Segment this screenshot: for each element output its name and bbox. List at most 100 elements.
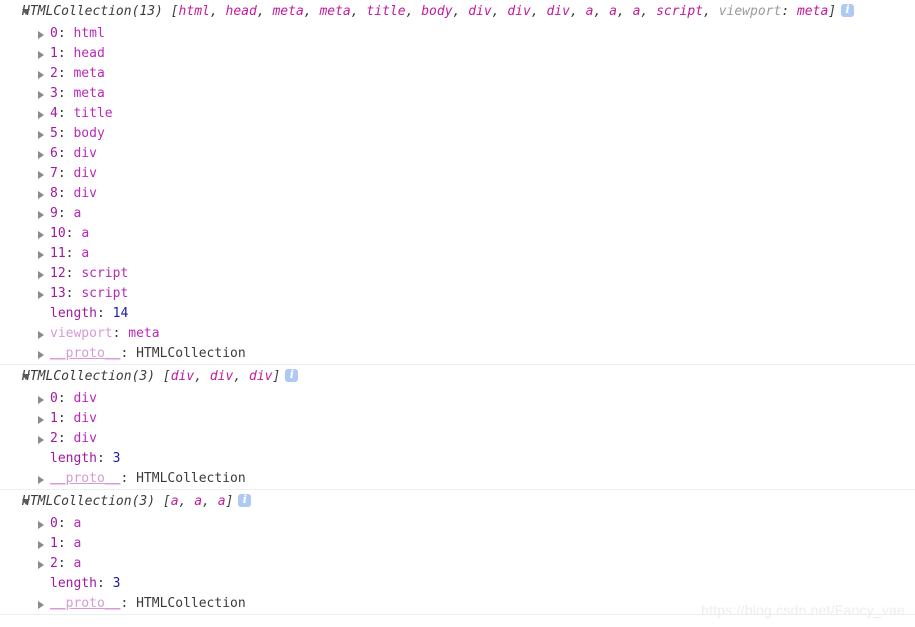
preview-separator: , — [640, 4, 657, 19]
property-row[interactable]: 1: a — [0, 534, 915, 554]
property-row[interactable]: __proto__: HTMLCollection — [0, 344, 915, 364]
property-row[interactable]: 4: title — [0, 104, 915, 124]
chevron-right-icon[interactable] — [38, 171, 44, 179]
chevron-down-icon[interactable] — [22, 9, 30, 15]
chevron-right-icon[interactable] — [38, 71, 44, 79]
property-row[interactable]: 0: html — [0, 24, 915, 44]
property-row[interactable]: 1: head — [0, 44, 915, 64]
chevron-right-icon[interactable] — [38, 91, 44, 99]
property-tag-value: title — [73, 106, 113, 121]
property-row[interactable]: 3: meta — [0, 84, 915, 104]
chevron-right-icon[interactable] — [38, 521, 44, 529]
property-row[interactable]: viewport: meta — [0, 324, 915, 344]
preview-tag: a — [170, 494, 179, 509]
property-row[interactable]: 6: div — [0, 144, 915, 164]
property-row[interactable]: 12: script — [0, 264, 915, 284]
property-row[interactable]: 10: a — [0, 224, 915, 244]
property-row[interactable]: 2: a — [0, 554, 915, 574]
property-length-value: 3 — [112, 451, 121, 466]
property-length-key: length — [50, 576, 97, 591]
property-row[interactable]: 7: div — [0, 164, 915, 184]
property-row[interactable]: 9: a — [0, 204, 915, 224]
chevron-right-icon[interactable] — [38, 476, 44, 484]
chevron-right-icon[interactable] — [38, 191, 44, 199]
chevron-right-icon[interactable] — [38, 291, 44, 299]
property-colon: : — [57, 391, 74, 406]
preview-separator: , — [256, 4, 273, 19]
collection-header-row[interactable]: HTMLCollection(13) [html, head, meta, me… — [0, 0, 915, 24]
chevron-right-icon[interactable] — [38, 251, 44, 259]
chevron-right-icon[interactable] — [38, 231, 44, 239]
property-row: length: 3 — [0, 574, 915, 594]
property-tag-value: a — [73, 516, 82, 531]
property-row[interactable]: 8: div — [0, 184, 915, 204]
chevron-right-icon[interactable] — [38, 31, 44, 39]
chevron-right-icon[interactable] — [38, 351, 44, 359]
property-tag-value: a — [81, 226, 90, 241]
property-colon: : — [57, 126, 74, 141]
preview-separator: , — [202, 494, 218, 509]
console-group: HTMLCollection(3) [div, div, div]0: div1… — [0, 365, 915, 490]
property-row: length: 3 — [0, 449, 915, 469]
property-tag-value: html — [73, 26, 105, 41]
property-row[interactable]: 5: body — [0, 124, 915, 144]
chevron-right-icon[interactable] — [38, 436, 44, 444]
preview-tag: div — [468, 4, 492, 19]
property-row[interactable]: 2: div — [0, 429, 915, 449]
property-row[interactable]: __proto__: HTMLCollection — [0, 469, 915, 489]
property-row[interactable]: 2: meta — [0, 64, 915, 84]
preview-separator: , — [593, 4, 610, 19]
preview-tag: a — [217, 494, 226, 509]
chevron-right-icon[interactable] — [38, 151, 44, 159]
property-colon: : — [57, 66, 74, 81]
collection-class-name: HTMLCollection(13) — [22, 4, 163, 19]
property-length-value: 3 — [112, 576, 121, 591]
preview-named-key: viewport — [718, 4, 782, 19]
preview-tag: div — [209, 369, 234, 384]
property-tag-value: div — [73, 186, 97, 201]
chevron-right-icon[interactable] — [38, 541, 44, 549]
property-tag-value: div — [73, 411, 97, 426]
info-icon[interactable] — [285, 368, 299, 382]
property-tag-value: script — [81, 286, 129, 301]
info-icon[interactable] — [841, 3, 855, 17]
property-tag-value: script — [81, 266, 129, 281]
preview-open-bracket: [ — [162, 4, 179, 19]
property-tag-value: meta — [73, 66, 105, 81]
chevron-right-icon[interactable] — [38, 561, 44, 569]
chevron-right-icon[interactable] — [38, 131, 44, 139]
devtools-console-output: HTMLCollection(13) [html, head, meta, me… — [0, 0, 915, 627]
chevron-right-icon[interactable] — [38, 601, 44, 609]
property-index: 2 — [50, 556, 58, 571]
property-colon: : — [57, 431, 74, 446]
property-index: 0 — [50, 516, 58, 531]
chevron-right-icon[interactable] — [38, 416, 44, 424]
property-proto-key: __proto__ — [50, 471, 121, 486]
property-row[interactable]: 0: a — [0, 514, 915, 534]
preview-separator: , — [209, 4, 226, 19]
chevron-right-icon[interactable] — [38, 271, 44, 279]
collection-header-row[interactable]: HTMLCollection(3) [a, a, a] — [0, 490, 915, 514]
property-row[interactable]: 11: a — [0, 244, 915, 264]
info-icon[interactable] — [238, 493, 252, 507]
chevron-down-icon[interactable] — [22, 499, 30, 505]
preview-tag: body — [421, 4, 453, 19]
preview-tag: script — [656, 4, 704, 19]
property-row[interactable]: 13: script — [0, 284, 915, 304]
chevron-right-icon[interactable] — [38, 211, 44, 219]
property-row[interactable]: 0: div — [0, 389, 915, 409]
chevron-right-icon[interactable] — [38, 111, 44, 119]
watermark-text: https://blog.csdn.net/Fancy_vae — [701, 602, 905, 618]
chevron-right-icon[interactable] — [38, 396, 44, 404]
property-index: 1 — [50, 536, 58, 551]
property-tag-value: meta — [128, 326, 160, 341]
property-tag-value: a — [73, 206, 82, 221]
property-row[interactable]: 1: div — [0, 409, 915, 429]
collection-header-row[interactable]: HTMLCollection(3) [div, div, div] — [0, 365, 915, 389]
chevron-down-icon[interactable] — [22, 374, 30, 380]
preview-separator: , — [569, 4, 586, 19]
property-colon: : — [96, 451, 113, 466]
chevron-right-icon[interactable] — [38, 51, 44, 59]
chevron-right-icon[interactable] — [38, 331, 44, 339]
preview-separator: , — [303, 4, 320, 19]
